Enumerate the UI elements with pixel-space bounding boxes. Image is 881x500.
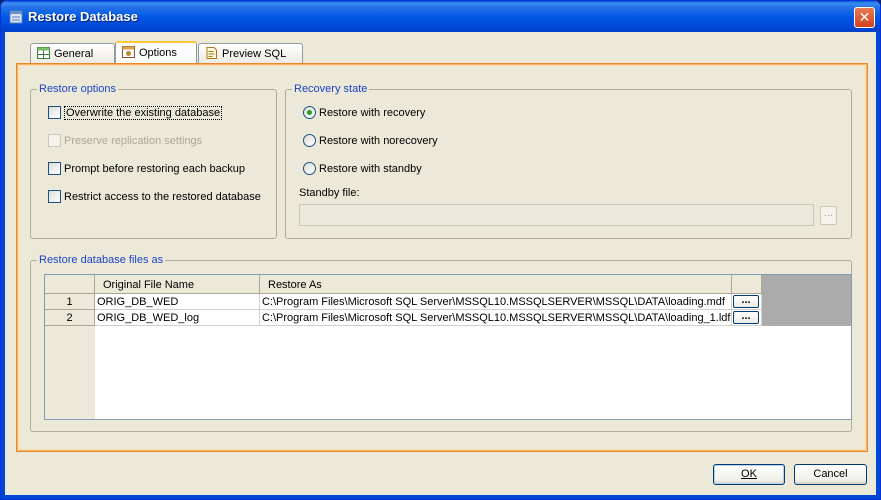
radio-selected-dot [307, 110, 312, 115]
standby-browse-button: ... [820, 206, 837, 225]
restore-with-standby-radio[interactable] [303, 162, 316, 175]
overwrite-checkbox[interactable] [48, 106, 61, 119]
window-frame-right [876, 32, 880, 499]
browse-button-row-1[interactable]: ... [733, 295, 759, 308]
window-title: Restore Database [28, 9, 138, 24]
sql-doc-icon [206, 47, 217, 59]
grid-header-filler [762, 275, 851, 294]
cancel-button[interactable]: Cancel [794, 464, 867, 485]
close-button[interactable]: ✕ [854, 7, 875, 28]
browse-cell-1: ... [732, 294, 762, 310]
column-header-browse [732, 275, 762, 294]
grid-corner-header [45, 275, 95, 294]
browse-button-row-2[interactable]: ... [733, 311, 759, 324]
original-file-cell-2[interactable]: ORIG_DB_WED_log [95, 310, 260, 326]
restore-database-window: Restore Database ✕ General Options Previ… [0, 0, 881, 500]
restrict-access-label[interactable]: Restrict access to the restored database [64, 191, 261, 203]
restore-with-standby-label[interactable]: Restore with standby [319, 163, 422, 175]
gear-grid-icon [122, 46, 135, 58]
restore-as-cell-1[interactable]: C:\Program Files\Microsoft SQL Server\MS… [260, 294, 732, 310]
restore-files-grid: Original File Name Restore As 1 ORIG_DB_… [44, 274, 852, 420]
column-header-restore-as[interactable]: Restore As [260, 275, 732, 294]
row-header-1[interactable]: 1 [45, 294, 95, 310]
tab-preview-sql[interactable]: Preview SQL [198, 43, 303, 64]
prompt-before-restore-checkbox[interactable] [48, 162, 61, 175]
standby-file-input [299, 204, 814, 226]
tab-options-label: Options [139, 47, 177, 59]
tab-options[interactable]: Options [115, 41, 197, 65]
window-frame-bottom [1, 495, 880, 499]
browse-cell-2: ... [732, 310, 762, 326]
close-icon: ✕ [858, 9, 871, 25]
window-frame-left [1, 32, 5, 499]
ok-button[interactable]: OK [713, 464, 785, 485]
grid-body: Original File Name Restore As 1 ORIG_DB_… [45, 275, 851, 419]
cancel-button-label: Cancel [813, 468, 848, 480]
tab-general[interactable]: General [30, 43, 115, 64]
database-icon [9, 10, 23, 24]
ok-button-label: OK [741, 468, 757, 480]
row-header-2[interactable]: 2 [45, 310, 95, 326]
restore-with-norecovery-label[interactable]: Restore with norecovery [319, 135, 438, 147]
restrict-access-checkbox[interactable] [48, 190, 61, 203]
restore-options-title: Restore options [37, 83, 119, 95]
preserve-replication-checkbox [48, 134, 61, 147]
grid-empty-row-header [45, 326, 95, 419]
grid-icon [37, 47, 50, 59]
restore-with-recovery-radio[interactable] [303, 106, 316, 119]
prompt-before-restore-label[interactable]: Prompt before restoring each backup [64, 163, 245, 175]
overwrite-label[interactable]: Overwrite the existing database [64, 106, 223, 120]
restore-with-norecovery-radio[interactable] [303, 134, 316, 147]
restore-with-recovery-label[interactable]: Restore with recovery [319, 107, 425, 119]
grid-empty-area [95, 326, 851, 419]
title-bar[interactable]: Restore Database ✕ [1, 1, 880, 32]
preserve-replication-label: Preserve replication settings [64, 135, 203, 147]
column-header-original-file[interactable]: Original File Name [95, 275, 260, 294]
tab-preview-sql-label: Preview SQL [222, 48, 287, 60]
original-file-cell-1[interactable]: ORIG_DB_WED [95, 294, 260, 310]
restore-files-title: Restore database files as [37, 254, 166, 266]
tab-general-label: General [54, 48, 94, 60]
standby-file-label: Standby file: [299, 187, 360, 199]
recovery-state-title: Recovery state [292, 83, 370, 95]
restore-as-cell-2[interactable]: C:\Program Files\Microsoft SQL Server\MS… [260, 310, 732, 326]
